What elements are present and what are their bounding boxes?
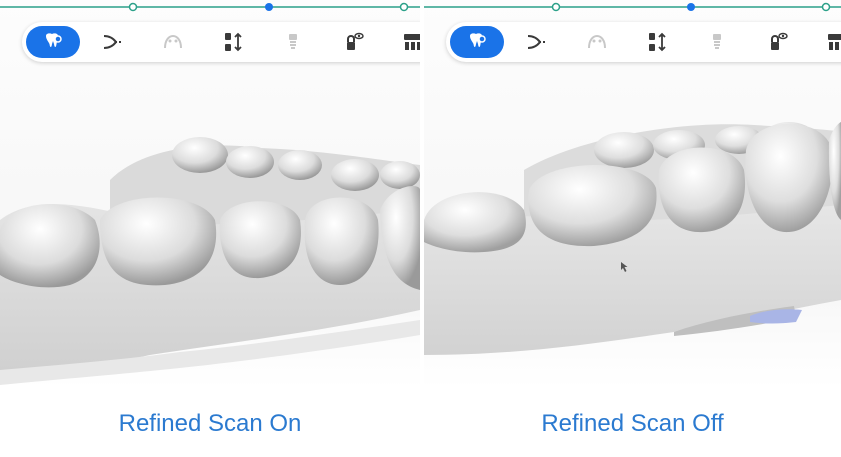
caption-refined-off: Refined Scan Off [541,410,724,437]
arch-icon [164,34,182,49]
bite-align-icon [225,32,242,52]
dental-scan-unrefined [424,122,841,355]
progress-node[interactable] [128,2,138,12]
dental-scan-refined [0,137,420,385]
implant-button[interactable] [266,26,320,58]
bridge-button[interactable] [810,26,841,58]
bite-align-icon [649,32,666,52]
bite-align-button[interactable] [206,26,260,58]
arch-button[interactable] [146,26,200,58]
comparison-panel-right: Refined Scan Off [424,0,841,457]
tooth-scan-icon [470,33,486,47]
jaw-trim-button[interactable] [510,26,564,58]
bite-align-button[interactable] [630,26,684,58]
jaw-trim-button[interactable] [86,26,140,58]
scan-view-button[interactable] [750,26,804,58]
progress-node[interactable] [399,2,409,12]
tool-bar [22,22,420,62]
implant-button[interactable] [690,26,744,58]
scan-view-button[interactable] [326,26,380,58]
progress-node[interactable] [821,2,831,12]
tooth-scan-icon [46,33,62,47]
bridge-icon [828,34,841,50]
jaw-trim-icon [103,35,123,49]
arch-icon [588,34,606,49]
tooth-scan-button[interactable] [450,26,504,58]
tooth-scan-button[interactable] [26,26,80,58]
progress-track [424,2,841,12]
caption-refined-on: Refined Scan On [118,410,302,437]
progress-node-current[interactable] [687,3,695,11]
implant-icon [289,34,297,49]
progress-track [0,2,420,12]
tool-bar [446,22,841,62]
scan-view-icon [771,32,788,50]
progress-node-current[interactable] [265,3,273,11]
progress-node[interactable] [551,2,561,12]
bridge-button[interactable] [386,26,420,58]
scan-view-icon [347,32,364,50]
bridge-icon [404,34,420,50]
comparison-panel-left: Refined Scan On [0,0,420,457]
arch-button[interactable] [570,26,624,58]
jaw-trim-icon [527,35,547,49]
implant-icon [713,34,721,49]
